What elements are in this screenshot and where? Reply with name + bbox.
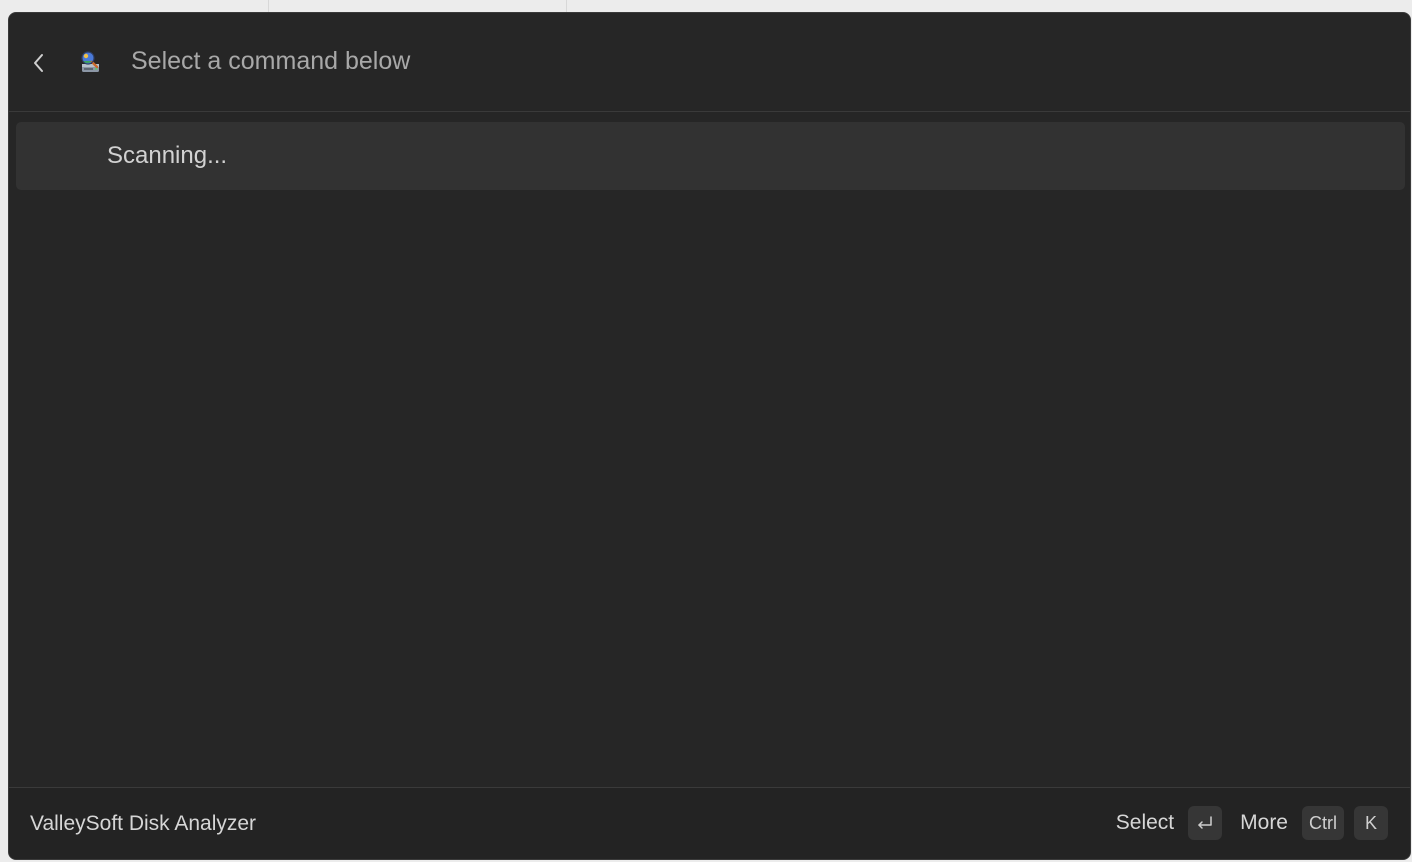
k-key-hint: K <box>1354 806 1388 840</box>
command-palette-window: Scanning... ValleySoft Disk Analyzer Sel… <box>8 12 1411 860</box>
ctrl-key-hint: Ctrl <box>1302 806 1344 840</box>
select-action-button[interactable]: Select <box>1115 806 1223 840</box>
footer-actions: Select More Ctrl K <box>1116 805 1388 841</box>
extension-title: ValleySoft Disk Analyzer <box>30 812 257 835</box>
command-search-input[interactable] <box>131 41 1331 81</box>
enter-key-hint <box>1188 806 1223 840</box>
backdrop-divider <box>268 0 269 12</box>
disk-analyzer-app-icon <box>81 51 99 72</box>
back-button[interactable] <box>25 47 53 79</box>
list-item-label: Scanning... <box>107 142 228 169</box>
select-action-label: Select <box>1115 811 1175 834</box>
chevron-left-icon <box>34 54 43 72</box>
more-action-label: More <box>1240 811 1288 834</box>
more-actions-button[interactable]: More Ctrl K <box>1240 806 1388 840</box>
palette-footer: ValleySoft Disk Analyzer Select More Ctr… <box>9 787 1410 859</box>
palette-header <box>9 13 1410 112</box>
enter-key-icon <box>1198 816 1212 829</box>
list-item[interactable]: Scanning... <box>16 122 1405 190</box>
backdrop-divider <box>566 0 567 12</box>
